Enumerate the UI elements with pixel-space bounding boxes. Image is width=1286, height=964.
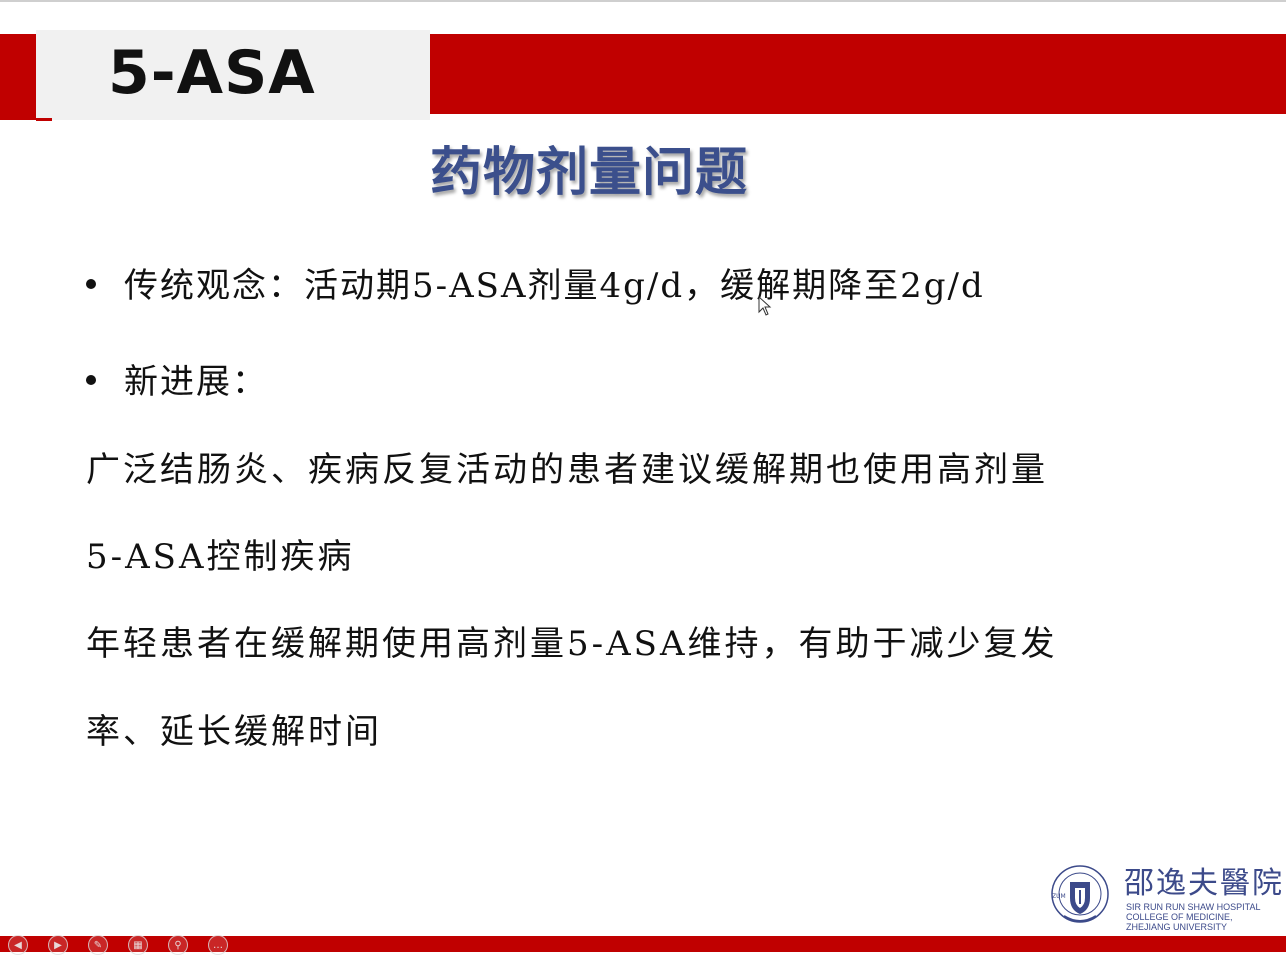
slides-grid-icon[interactable]: ▦ [128, 935, 148, 955]
hospital-logo: ZUM 邵逸夫醫院 SIR RUN RUN SHAW HOSPITAL COLL… [1050, 858, 1282, 934]
bullet-text: 新进展： [124, 362, 268, 402]
slide-subtitle: 药物剂量问题 [430, 143, 749, 203]
header-red-bar [430, 34, 1286, 114]
paragraph-line-1: 广泛结肠炎、疾病反复活动的患者建议缓解期也使用高剂量 [86, 450, 1048, 490]
red-tick-decoration [36, 118, 52, 121]
bullet-item-traditional: 传统观念：活动期5-ASA剂量4g/d，缓解期降至2g/d [86, 258, 985, 307]
hospital-name-chinese: 邵逸夫醫院 [1124, 866, 1284, 901]
paragraph-line-2: 5-ASA控制疾病 [86, 537, 355, 577]
title-box: 5-ASA [36, 30, 430, 120]
seal-label: ZUM [1052, 893, 1066, 900]
bullet-item-progress: 新进展： [86, 354, 268, 403]
more-options-icon[interactable]: … [208, 935, 228, 955]
mouse-pointer-icon [758, 296, 772, 316]
previous-slide-icon[interactable]: ◀ [8, 935, 28, 955]
next-slide-icon[interactable]: ▶ [48, 935, 68, 955]
zoom-icon[interactable]: ⚲ [168, 935, 188, 955]
bullet-text: 传统观念：活动期5-ASA剂量4g/d，缓解期降至2g/d [124, 266, 985, 306]
hospital-name-english-3: ZHEJIANG UNIVERSITY [1126, 922, 1228, 932]
bullet-dot-icon [86, 375, 96, 385]
slideshow-controls: ◀ ▶ ✎ ▦ ⚲ … [8, 935, 228, 955]
hospital-name-english-2: COLLEGE OF MEDICINE, [1126, 912, 1233, 922]
bullet-dot-icon [86, 279, 96, 289]
hospital-seal-icon: ZUM [1051, 865, 1109, 923]
presentation-slide: 5-ASA 药物剂量问题 传统观念：活动期5-ASA剂量4g/d，缓解期降至2g… [0, 2, 1286, 964]
pen-icon[interactable]: ✎ [88, 935, 108, 955]
paragraph-line-3: 年轻患者在缓解期使用高剂量5-ASA维持，有助于减少复发 [86, 624, 1058, 664]
left-red-accent [0, 34, 36, 120]
slide-title: 5-ASA [108, 38, 316, 108]
hospital-name-english-1: SIR RUN RUN SHAW HOSPITAL [1126, 902, 1261, 912]
paragraph-line-4: 率、延长缓解时间 [86, 712, 382, 752]
